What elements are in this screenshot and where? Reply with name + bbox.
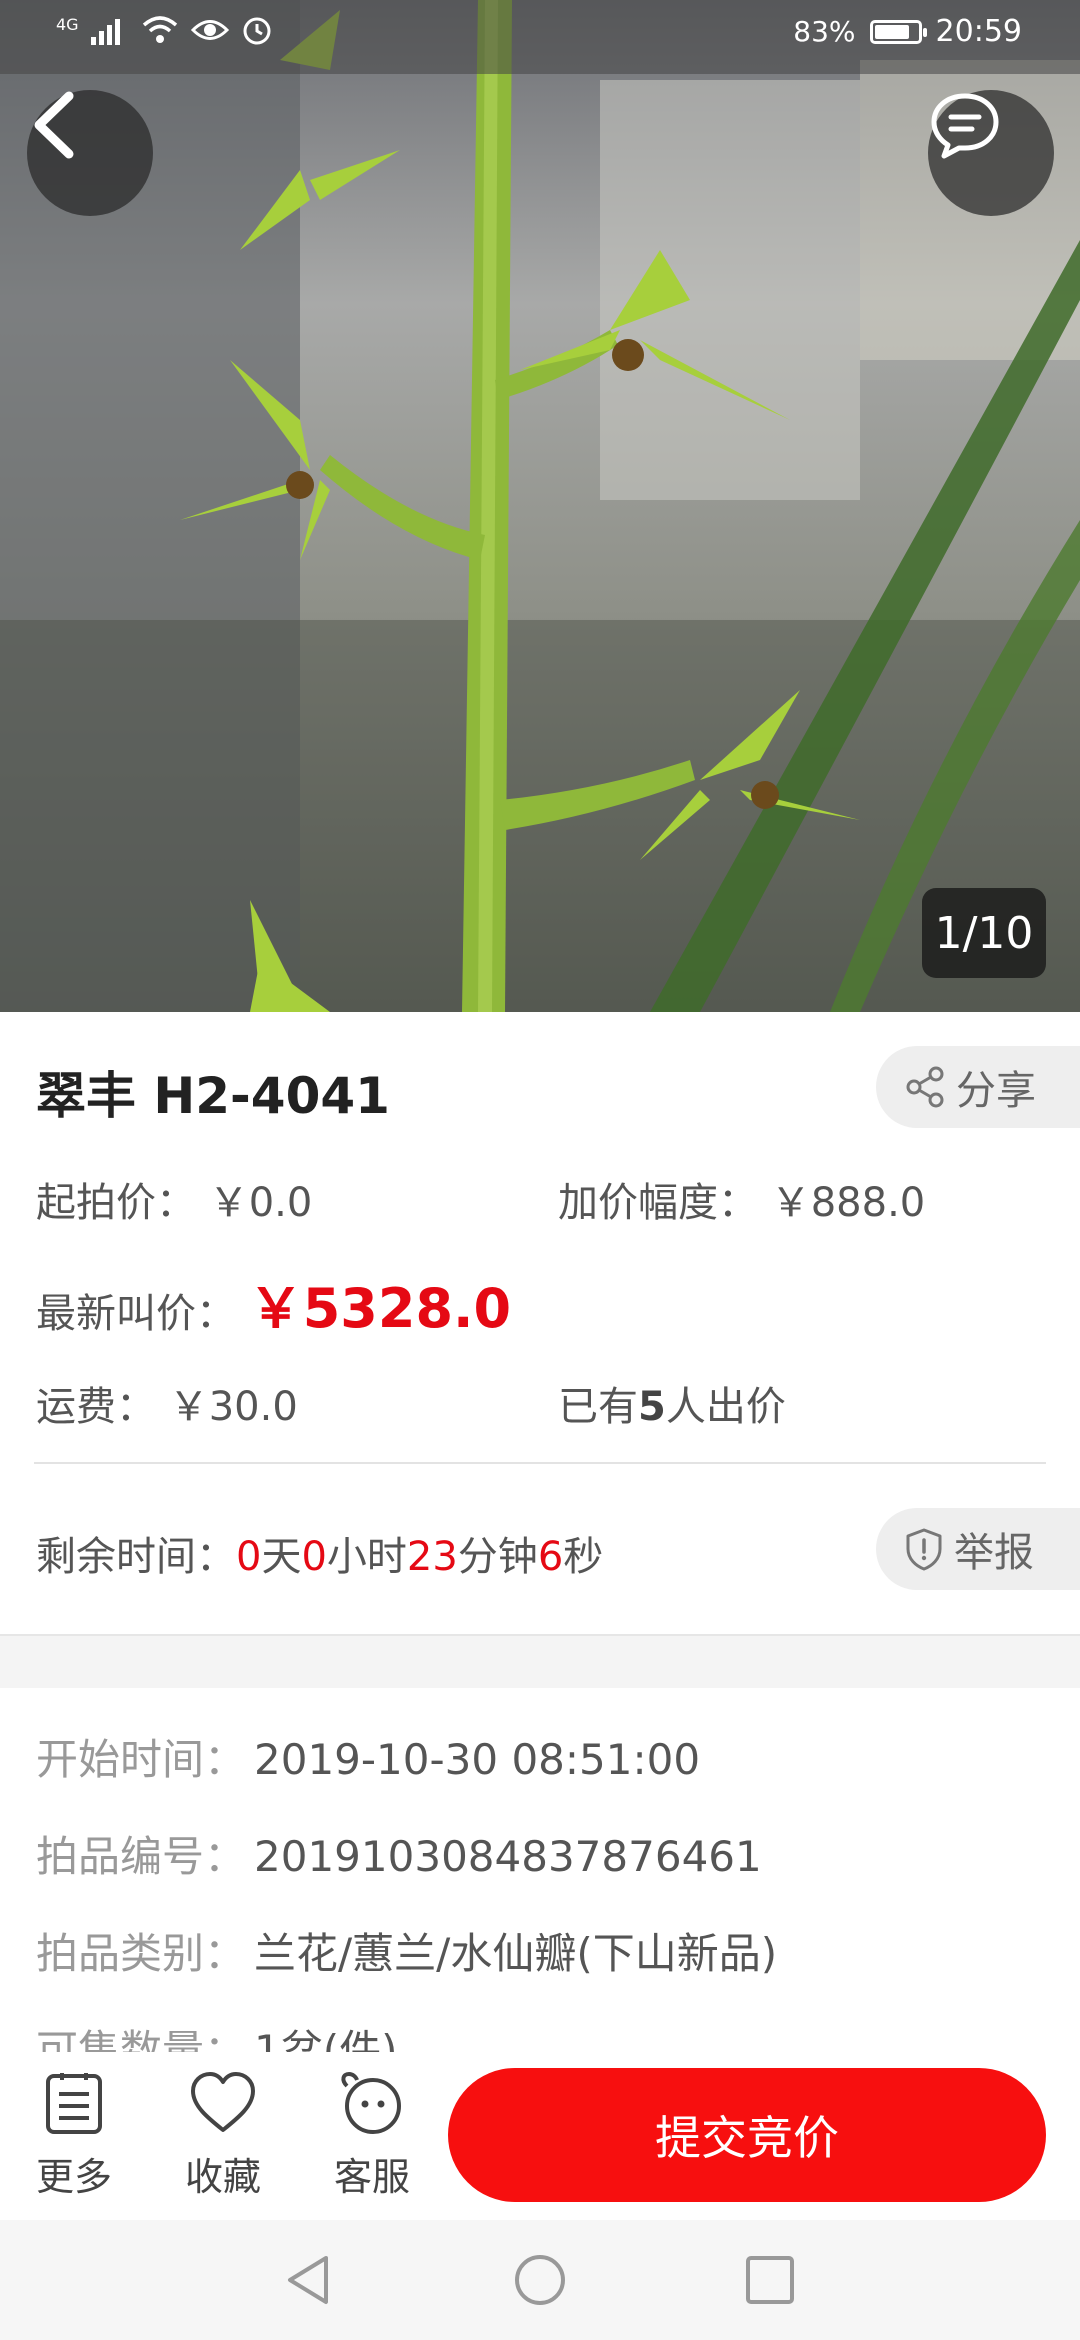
category-row: 拍品类别： 兰花/蕙兰/水仙瓣(下山新品) xyxy=(36,1920,777,1981)
nav-back-icon[interactable] xyxy=(282,2252,334,2308)
share-label: 分享 xyxy=(956,1068,1036,1114)
share-icon xyxy=(904,1066,946,1108)
favorite-button[interactable]: 收藏 xyxy=(163,2070,283,2201)
product-image[interactable]: 1/10 xyxy=(0,0,1080,1012)
alarm-icon xyxy=(243,17,271,45)
start-price-row: 起拍价： ￥0.0 xyxy=(36,1170,312,1228)
system-nav-bar xyxy=(0,2220,1080,2340)
shipping-value: ￥30.0 xyxy=(168,1384,298,1430)
bidders-row: 已有5人出价 xyxy=(558,1374,786,1432)
heart-icon xyxy=(191,2072,255,2132)
signal-icon xyxy=(90,19,120,45)
shipping-row: 运费： ￥30.0 xyxy=(36,1374,298,1432)
category-value: 兰花/蕙兰/水仙瓣(下山新品) xyxy=(254,1929,778,1978)
share-button[interactable]: 分享 xyxy=(876,1046,1080,1128)
days-unit: 天 xyxy=(261,1534,302,1580)
report-button[interactable]: 举报 xyxy=(876,1508,1080,1590)
report-label: 举报 xyxy=(954,1530,1034,1576)
start-time-label: 开始时间： xyxy=(36,1735,247,1784)
countdown: 剩余时间：0天0小时23分钟6秒 xyxy=(36,1524,603,1582)
start-price-label: 起拍价： xyxy=(36,1180,196,1226)
action-bar: 更多 收藏 客服 提交竞价 xyxy=(0,2052,1080,2220)
battery-percent: 83% xyxy=(793,15,856,48)
minutes-unit: 分钟 xyxy=(457,1534,538,1580)
section-separator xyxy=(0,1634,1080,1688)
wifi-icon xyxy=(142,16,177,43)
orchid-photo xyxy=(0,0,1080,1012)
item-number-label: 拍品编号： xyxy=(36,1832,247,1881)
item-number-value: 20191030848378764­61 xyxy=(254,1832,762,1881)
more-button[interactable]: 更多 xyxy=(14,2070,134,2201)
eye-icon xyxy=(190,20,229,40)
chat-bubble-icon xyxy=(931,93,999,159)
chevron-left-icon xyxy=(34,91,74,159)
bidders-suffix: 人出价 xyxy=(665,1384,786,1430)
countdown-hours: 0 xyxy=(301,1534,327,1580)
countdown-minutes: 23 xyxy=(406,1534,458,1580)
nav-recents-icon[interactable] xyxy=(744,2252,796,2308)
increment-value: ￥888.0 xyxy=(770,1180,926,1226)
latest-bid-label: 最新叫价： xyxy=(36,1291,236,1337)
more-label: 更多 xyxy=(35,2155,112,2199)
back-button[interactable] xyxy=(27,90,153,216)
countdown-days: 0 xyxy=(236,1534,262,1580)
favorite-label: 收藏 xyxy=(184,2155,261,2199)
image-counter: 1/10 xyxy=(922,888,1046,978)
battery-icon xyxy=(869,19,927,44)
start-price-value: ￥0.0 xyxy=(208,1180,313,1226)
increment-label: 加价幅度： xyxy=(558,1180,758,1226)
bidders-count: 5 xyxy=(638,1384,666,1430)
shipping-label: 运费： xyxy=(36,1384,156,1430)
service-label: 客服 xyxy=(333,2155,410,2199)
latest-bid-value: ￥5328.0 xyxy=(248,1277,512,1340)
item-number-row: 拍品编号： 20191030848378764­61 xyxy=(36,1823,762,1884)
start-time-row: 开始时间： 2019-10-30 08:51:00 xyxy=(36,1726,700,1787)
message-button[interactable] xyxy=(928,90,1054,216)
customer-service-button[interactable]: 客服 xyxy=(312,2070,432,2201)
network-type: 4G xyxy=(56,14,79,34)
bidders-prefix: 已有 xyxy=(558,1384,638,1430)
shield-icon xyxy=(904,1527,944,1571)
increment-row: 加价幅度： ￥888.0 xyxy=(558,1170,925,1228)
start-time-value: 2019-10-30 08:51:00 xyxy=(254,1735,701,1784)
latest-bid-row: 最新叫价： ￥5328.0 xyxy=(36,1264,511,1343)
clock: 20:59 xyxy=(935,14,1022,49)
divider xyxy=(34,1462,1046,1464)
status-bar: 4G 83% 20:59 xyxy=(0,0,1080,74)
nav-home-icon[interactable] xyxy=(512,2252,568,2308)
seconds-unit: 秒 xyxy=(563,1534,604,1580)
product-title: 翠丰 H2-4041 xyxy=(36,1067,390,1125)
countdown-seconds: 6 xyxy=(537,1534,564,1580)
hours-unit: 小时 xyxy=(326,1534,407,1580)
service-face-icon xyxy=(341,2071,401,2134)
countdown-label: 剩余时间： xyxy=(36,1534,236,1580)
document-icon xyxy=(46,2073,102,2134)
category-label: 拍品类别： xyxy=(36,1929,247,1978)
submit-bid-button[interactable]: 提交竞价 xyxy=(448,2068,1046,2202)
